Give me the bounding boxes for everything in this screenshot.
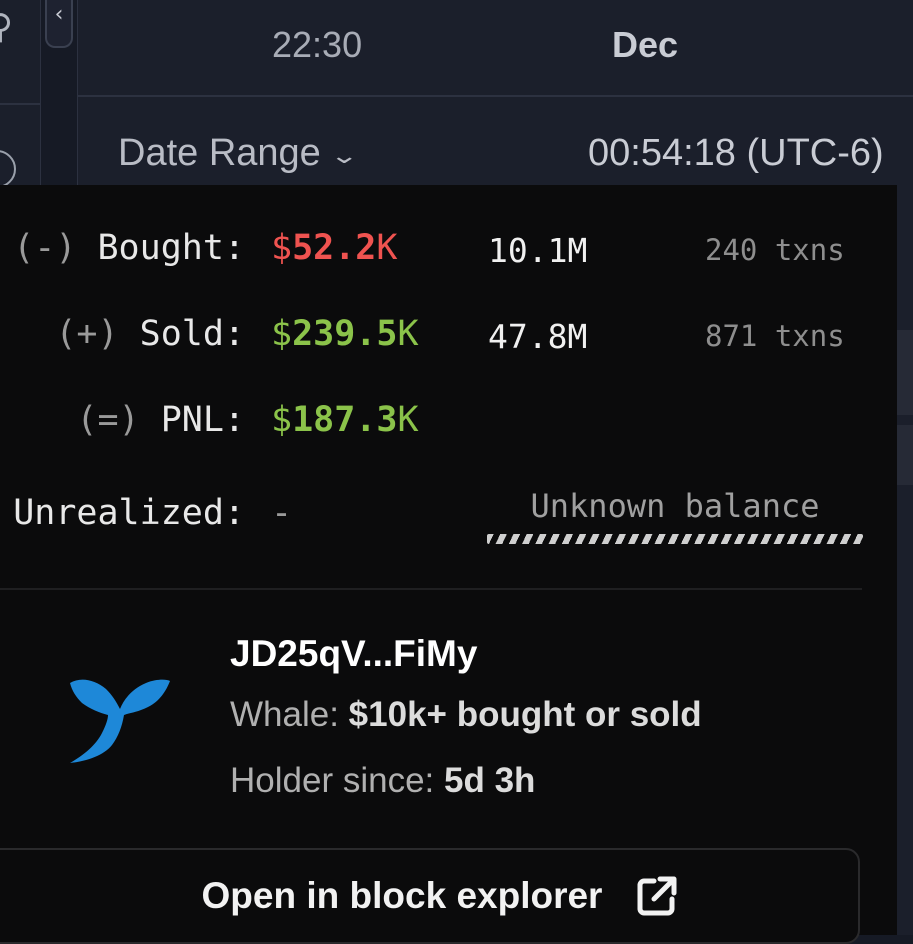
unknown-balance-bar <box>487 534 863 544</box>
bought-tokens: 10.1M <box>488 231 588 270</box>
time-axis-label: 22:30 <box>272 24 363 65</box>
right-edge-strip <box>897 185 913 935</box>
wallet-address: JD25qV...FiMy <box>230 633 478 674</box>
clock-label: 00:54:18 (UTC-6) <box>588 132 884 174</box>
whale-info: Whale: $10k+ bought or sold <box>230 695 702 735</box>
left-rail: ⚲ <box>0 0 41 188</box>
holder-info: Holder since: 5d 3h <box>230 761 535 801</box>
rail-divider <box>0 103 40 105</box>
date-range-dropdown[interactable]: Date Range ⌄ <box>118 132 359 175</box>
search-icon[interactable]: ⚲ <box>0 10 13 44</box>
bought-txns: 240 txns <box>705 233 845 267</box>
bought-row: (-) Bought: <box>0 228 245 278</box>
date-range-label: Date Range <box>118 132 321 174</box>
bought-value: $52.2K <box>271 228 398 268</box>
bought-prefix: (-) <box>13 228 77 268</box>
unrealized-value: - <box>271 493 293 533</box>
pnl-value: $187.3K <box>271 400 419 440</box>
open-block-explorer-button[interactable]: Open in block explorer <box>0 848 860 944</box>
rail-circle-icon[interactable] <box>0 150 16 188</box>
bought-label: Bought: <box>97 228 245 268</box>
month-axis-label: Dec <box>612 24 679 65</box>
sold-prefix: (+) <box>55 314 119 354</box>
time-axis-header <box>77 0 913 97</box>
trader-tooltip-panel: (-) Bought: $52.2K 10.1M 240 txns (+) So… <box>0 185 897 944</box>
pnl-prefix: (=) <box>76 400 140 440</box>
external-link-icon <box>637 876 677 916</box>
whale-tail-icon <box>70 679 170 763</box>
pnl-row: (=) PNL: <box>0 400 245 450</box>
collapse-panel-button[interactable]: ‹ <box>45 0 73 48</box>
sold-tokens: 47.8M <box>488 317 588 356</box>
sold-row: (+) Sold: <box>0 314 245 364</box>
whale-value: $10k+ bought or sold <box>348 695 702 734</box>
section-divider <box>0 588 862 590</box>
unrealized-row: Unrealized: <box>0 493 245 543</box>
chevron-down-icon: ⌄ <box>329 142 359 168</box>
pnl-label: PNL: <box>160 400 245 440</box>
holder-label: Holder since: <box>230 761 435 800</box>
whale-label: Whale: <box>230 695 339 734</box>
sold-value: $239.5K <box>271 314 419 354</box>
unrealized-label: Unrealized: <box>13 493 245 533</box>
sold-label: Sold: <box>139 314 245 354</box>
holder-value: 5d 3h <box>444 761 536 800</box>
sold-txns: 871 txns <box>705 319 845 353</box>
open-explorer-label: Open in block explorer <box>201 875 603 916</box>
